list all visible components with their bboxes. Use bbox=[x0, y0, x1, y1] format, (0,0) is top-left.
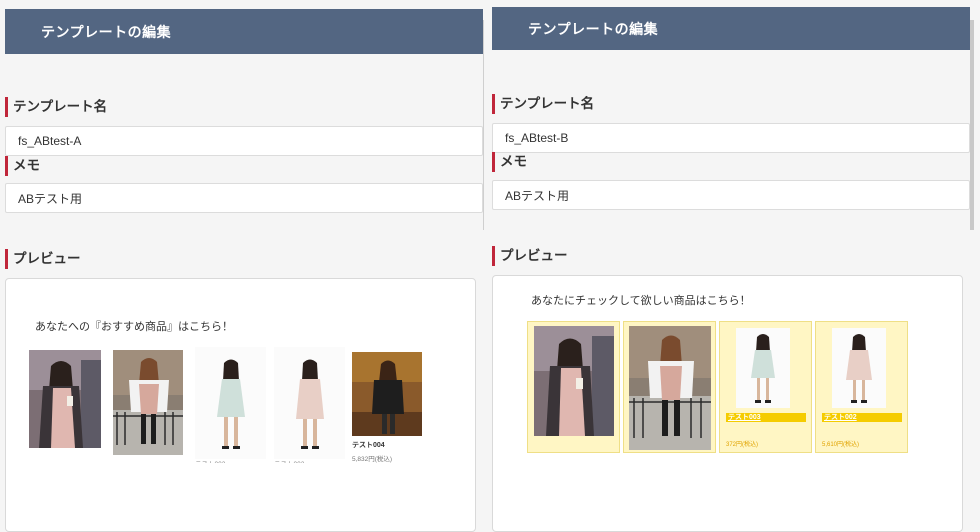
memo-label: メモ bbox=[5, 156, 40, 176]
preview-area: あなたへの『おすすめ商品』はこちら！ テスト004 5,832円(税込) bbox=[5, 278, 476, 532]
product-card[interactable] bbox=[113, 350, 183, 456]
product-image bbox=[832, 328, 886, 408]
preview-heading: あなたへの『おすすめ商品』はこちら！ bbox=[35, 320, 233, 333]
product-card[interactable]: テスト004 5,832円(税込) bbox=[351, 350, 423, 470]
product-image bbox=[274, 347, 345, 459]
product-card[interactable]: テスト002 bbox=[274, 347, 345, 463]
memo-value: ABテスト用 bbox=[505, 188, 570, 203]
product-name: テスト003 bbox=[726, 413, 806, 422]
product-image bbox=[113, 350, 183, 455]
memo-input[interactable]: ABテスト用 bbox=[5, 183, 483, 213]
panel-divider bbox=[483, 20, 484, 230]
template-name-value: fs_ABtest-B bbox=[505, 131, 569, 145]
page-title: テンプレートの編集 bbox=[528, 21, 659, 38]
product-price: 372円(税込) bbox=[726, 442, 759, 448]
template-name-label: テンプレート名 bbox=[5, 97, 107, 117]
product-image bbox=[736, 328, 790, 408]
template-name-value: fs_ABtest-A bbox=[18, 134, 82, 148]
product-image bbox=[629, 326, 711, 450]
scrollbar[interactable] bbox=[970, 20, 974, 230]
preview-heading: あなたにチェックして欲しい商品はこちら！ bbox=[531, 294, 751, 307]
template-editor-a: テンプレートの編集 テンプレート名 fs_ABtest-A メモ ABテスト用 … bbox=[0, 0, 488, 532]
product-card[interactable] bbox=[623, 321, 716, 453]
product-card[interactable] bbox=[29, 350, 101, 450]
product-card[interactable]: テスト003 372円(税込) bbox=[719, 321, 812, 453]
product-card[interactable]: テスト003 bbox=[195, 347, 266, 463]
page-title: テンプレートの編集 bbox=[41, 24, 172, 41]
product-cut-label: テスト002 bbox=[274, 458, 304, 463]
template-editor-b: テンプレートの編集 テンプレート名 fs_ABtest-B メモ ABテスト用 … bbox=[488, 0, 980, 532]
product-image bbox=[195, 347, 266, 459]
template-name-input[interactable]: fs_ABtest-B bbox=[492, 123, 970, 153]
product-image bbox=[534, 326, 614, 436]
product-image bbox=[352, 352, 422, 436]
page-header: テンプレートの編集 bbox=[492, 7, 970, 50]
template-name-label: テンプレート名 bbox=[492, 94, 594, 114]
product-card[interactable]: テスト002 5,610円(税込) bbox=[815, 321, 908, 453]
product-image bbox=[29, 350, 101, 448]
product-name: テスト002 bbox=[822, 413, 902, 422]
product-name: テスト004 bbox=[352, 442, 385, 449]
product-cut-label: テスト003 bbox=[195, 458, 225, 463]
page-header: テンプレートの編集 bbox=[5, 9, 483, 54]
preview-area: あなたにチェックして欲しい商品はこちら！ テスト003 372円(税込) テスト… bbox=[492, 275, 963, 532]
product-price: 5,832円(税込) bbox=[352, 456, 393, 463]
product-price: 5,610円(税込) bbox=[822, 442, 860, 448]
memo-value: ABテスト用 bbox=[18, 191, 83, 206]
memo-input[interactable]: ABテスト用 bbox=[492, 180, 970, 210]
preview-label: プレビュー bbox=[492, 246, 568, 266]
memo-label: メモ bbox=[492, 152, 527, 172]
product-card[interactable] bbox=[527, 321, 620, 453]
template-name-input[interactable]: fs_ABtest-A bbox=[5, 126, 483, 156]
preview-label: プレビュー bbox=[5, 249, 81, 269]
